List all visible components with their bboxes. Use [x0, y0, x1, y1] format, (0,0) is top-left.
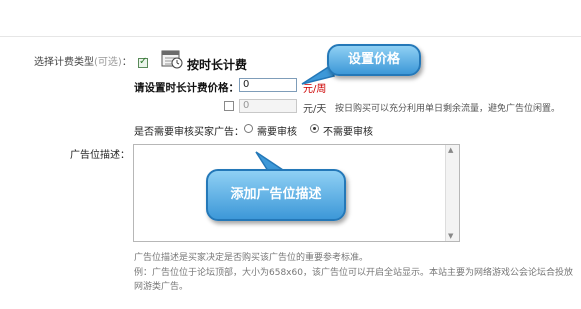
review-not-required-label: 不需要审核 — [323, 127, 373, 138]
billing-type-label: 选择计费类型(可选)： — [34, 53, 132, 68]
billing-optional-text: (可选) — [94, 57, 122, 68]
scroll-up-icon[interactable]: ▲ — [448, 146, 453, 154]
daily-price-note: 按日购买可以充分利用单日剩余流量，避免广告位闲置。 — [335, 104, 561, 114]
price-per-week-input[interactable]: 0 — [239, 78, 297, 92]
scroll-down-icon[interactable]: ▼ — [448, 232, 453, 240]
review-label: 是否需要审核买家广告： — [134, 127, 244, 138]
review-required-label: 需要审核 — [257, 127, 297, 138]
review-required-radio[interactable] — [244, 124, 253, 133]
description-example: 例：广告位位于论坛顶部，大小为658x60，该广告位可以开启全站显示。本站主要为… — [134, 268, 573, 292]
set-price-callout: 设置价格 — [327, 44, 421, 76]
add-description-callout: 添加广告位描述 — [206, 169, 346, 221]
description-hint: 广告位描述是买家决定是否购买该广告位的重要参考标准。 — [134, 253, 369, 263]
calendar-clock-icon — [161, 50, 183, 69]
billing-duration-checkbox[interactable] — [138, 56, 148, 68]
daily-price-checkbox[interactable] — [224, 101, 234, 111]
top-divider — [0, 36, 581, 37]
price-unit-day: 元/天 — [303, 104, 327, 115]
price-per-day-input[interactable]: 0 — [239, 99, 297, 113]
billing-colon: ： — [121, 57, 132, 68]
price-label: 请设置时长计费价格： — [134, 82, 239, 94]
review-not-required-radio[interactable] — [310, 124, 319, 133]
billing-type-text: 选择计费类型 — [34, 57, 94, 68]
description-scrollbar[interactable]: ▲ ▼ — [445, 145, 459, 241]
billing-option-title: 按时长计费 — [187, 58, 248, 72]
description-label: 广告位描述： — [70, 150, 130, 161]
